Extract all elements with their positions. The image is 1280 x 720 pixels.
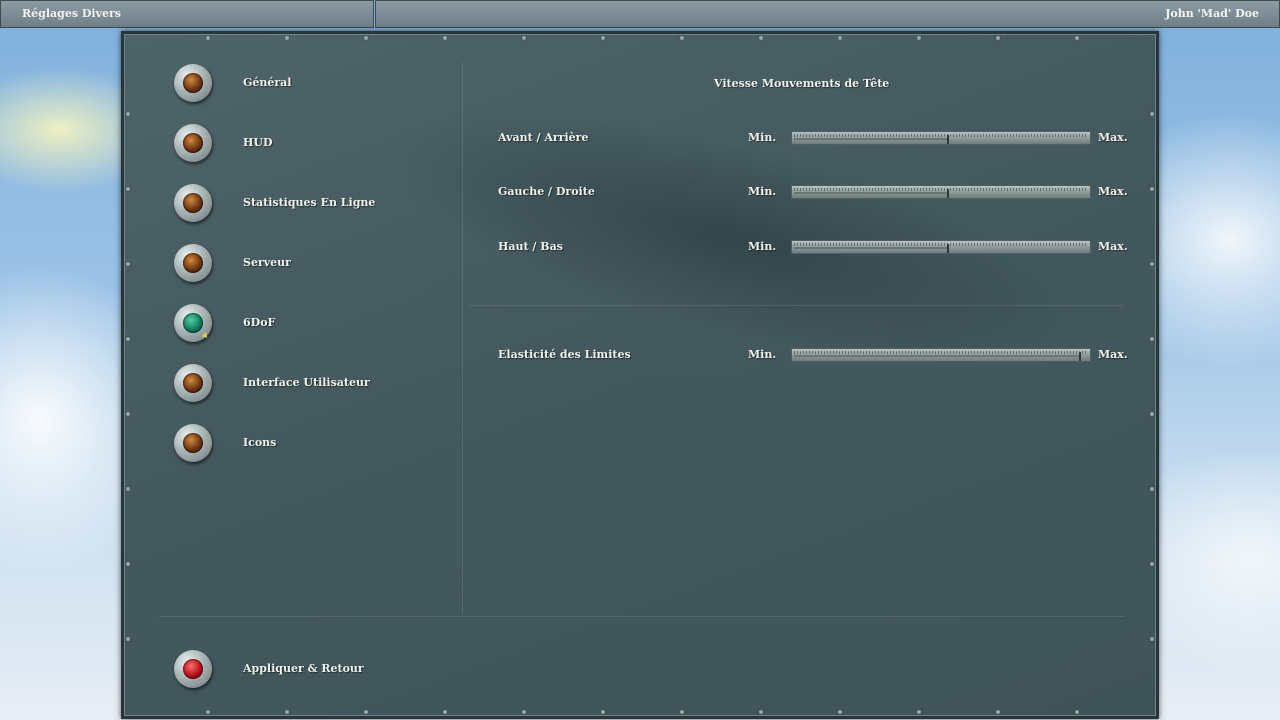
menu-item-label: Icons — [243, 436, 277, 449]
menu-item-online-stats[interactable]: Statistiques En Ligne — [174, 184, 434, 224]
rivet — [996, 36, 1000, 40]
rivet — [1150, 412, 1154, 416]
section-title: Vitesse Mouvements de Tête — [714, 77, 890, 90]
rivet — [285, 36, 289, 40]
rivet — [126, 487, 130, 491]
min-label: Min. — [748, 131, 777, 144]
rivet — [443, 710, 447, 714]
rivet — [1075, 36, 1079, 40]
max-label: Max. — [1098, 348, 1128, 361]
rivet — [364, 710, 368, 714]
rivet — [126, 262, 130, 266]
max-label: Max. — [1098, 185, 1128, 198]
rivet — [1150, 337, 1154, 341]
menu-item-label: Général — [243, 76, 292, 89]
section-divider — [469, 305, 1124, 306]
menu-item-label: Statistiques En Ligne — [243, 196, 376, 209]
slider-label-limit-elasticity: Elasticité des Limites — [498, 348, 631, 361]
slider-thumb[interactable] — [1079, 352, 1081, 361]
rivet — [126, 562, 130, 566]
led-knob-icon — [174, 64, 212, 102]
max-label: Max. — [1098, 131, 1128, 144]
rivet — [126, 112, 130, 116]
screen-title: Réglages Divers — [0, 0, 374, 28]
slider-label-forward-back: Avant / Arrière — [498, 131, 589, 144]
menu-item-general[interactable]: Général — [174, 64, 434, 104]
user-name: John 'Mad' Doe — [375, 0, 1280, 28]
slider-label-left-right: Gauche / Droite — [498, 185, 595, 198]
led-knob-icon — [174, 424, 212, 462]
rivet — [601, 36, 605, 40]
settings-panel: Général HUD Statistiques En Ligne Serveu… — [121, 31, 1159, 719]
slider-forward-back[interactable] — [791, 131, 1091, 145]
apply-return-label: Appliquer & Retour — [243, 662, 364, 675]
slider-thumb[interactable] — [947, 244, 949, 253]
slider-thumb[interactable] — [947, 189, 949, 198]
rivet — [601, 710, 605, 714]
rivet — [917, 36, 921, 40]
rivet — [838, 36, 842, 40]
slider-up-down[interactable] — [791, 240, 1091, 254]
led-knob-icon — [174, 184, 212, 222]
rivet — [1075, 710, 1079, 714]
rivet — [1150, 562, 1154, 566]
menu-item-label: Serveur — [243, 256, 291, 269]
led-knob-icon — [174, 364, 212, 402]
top-bar: Réglages Divers John 'Mad' Doe — [0, 0, 1280, 30]
vertical-divider — [462, 62, 463, 614]
menu-item-label: Interface Utilisateur — [243, 376, 370, 389]
led-knob-icon — [174, 124, 212, 162]
menu-item-server[interactable]: Serveur — [174, 244, 434, 284]
rivet — [996, 710, 1000, 714]
menu-item-hud[interactable]: HUD — [174, 124, 434, 164]
rivet — [1150, 262, 1154, 266]
rivet — [917, 710, 921, 714]
rivet — [680, 710, 684, 714]
min-label: Min. — [748, 348, 777, 361]
min-label: Min. — [748, 185, 777, 198]
rivet — [126, 337, 130, 341]
menu-item-user-interface[interactable]: Interface Utilisateur — [174, 364, 434, 404]
max-label: Max. — [1098, 240, 1128, 253]
menu-item-icons[interactable]: Icons — [174, 424, 434, 464]
menu-item-6dof[interactable]: 6DoF — [174, 304, 434, 344]
rivet — [1150, 187, 1154, 191]
menu-item-label: 6DoF — [243, 316, 276, 329]
slider-thumb[interactable] — [947, 135, 949, 144]
plane-artwork — [361, 59, 1107, 419]
rivet — [126, 412, 130, 416]
rivet — [838, 710, 842, 714]
rivet — [443, 36, 447, 40]
rivet — [1150, 112, 1154, 116]
slider-limit-elasticity[interactable] — [791, 348, 1091, 362]
horizontal-divider — [159, 616, 1124, 617]
rivet — [126, 637, 130, 641]
led-knob-icon — [174, 650, 212, 688]
rivet — [759, 36, 763, 40]
rivet — [285, 710, 289, 714]
rivet — [364, 36, 368, 40]
menu-item-label: HUD — [243, 136, 273, 149]
min-label: Min. — [748, 240, 777, 253]
slider-label-up-down: Haut / Bas — [498, 240, 563, 253]
led-knob-icon — [174, 244, 212, 282]
rivet — [206, 710, 210, 714]
slider-left-right[interactable] — [791, 185, 1091, 199]
rivet — [522, 36, 526, 40]
rivet — [522, 710, 526, 714]
rivet — [680, 36, 684, 40]
apply-return-button[interactable]: Appliquer & Retour — [174, 650, 434, 690]
rivet — [1150, 487, 1154, 491]
rivet — [126, 187, 130, 191]
rivet — [1150, 637, 1154, 641]
rivet — [206, 36, 210, 40]
rivet — [759, 710, 763, 714]
